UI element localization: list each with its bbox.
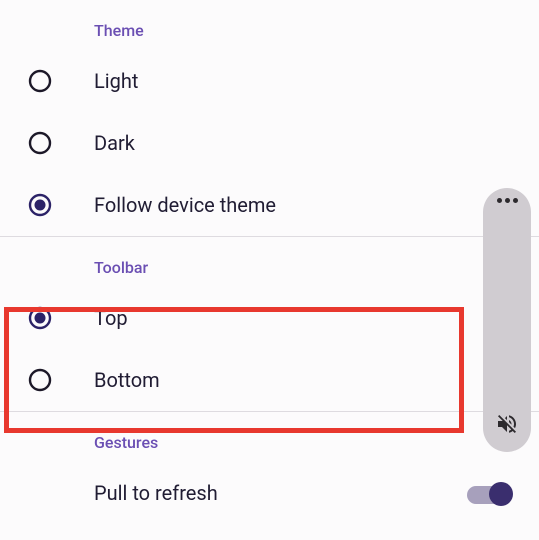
more-icon bbox=[497, 198, 518, 203]
radio-selected-icon bbox=[28, 193, 52, 217]
toolbar-option-label: Bottom bbox=[94, 368, 160, 392]
radio-icon bbox=[28, 69, 52, 93]
fast-scroll-handle[interactable] bbox=[483, 188, 531, 452]
theme-option-label: Dark bbox=[94, 131, 135, 155]
toolbar-option-top[interactable]: Top bbox=[0, 287, 539, 349]
radio-icon bbox=[28, 368, 52, 392]
theme-option-label: Light bbox=[94, 69, 138, 93]
toggle-switch[interactable] bbox=[467, 483, 511, 503]
theme-section-header: Theme bbox=[0, 0, 539, 50]
gestures-pull-to-refresh[interactable]: Pull to refresh bbox=[0, 462, 539, 524]
theme-option-dark[interactable]: Dark bbox=[0, 112, 539, 174]
radio-selected-icon bbox=[28, 306, 52, 330]
toggle-thumb bbox=[489, 482, 513, 506]
gestures-section-header: Gestures bbox=[0, 412, 539, 462]
theme-option-light[interactable]: Light bbox=[0, 50, 539, 112]
toolbar-section-header: Toolbar bbox=[0, 237, 539, 287]
gestures-item-label: Pull to refresh bbox=[94, 481, 218, 505]
theme-option-label: Follow device theme bbox=[94, 193, 276, 217]
theme-option-follow-device[interactable]: Follow device theme bbox=[0, 174, 539, 236]
radio-icon bbox=[28, 131, 52, 155]
volume-mute-icon bbox=[495, 412, 519, 440]
toolbar-option-bottom[interactable]: Bottom bbox=[0, 349, 539, 411]
toolbar-option-label: Top bbox=[94, 306, 128, 330]
